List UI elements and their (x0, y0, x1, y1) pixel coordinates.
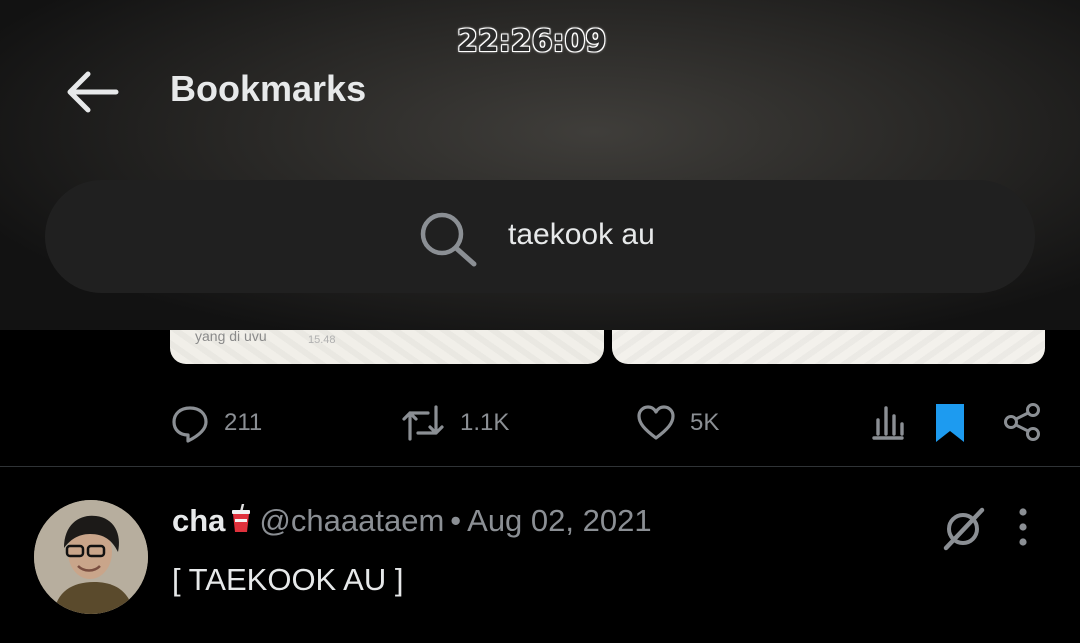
media-snippet-text: yang di uvu (195, 328, 267, 344)
repost-count: 1.1K (460, 409, 510, 436)
grok-icon (943, 507, 985, 551)
tweet-divider (0, 466, 1080, 467)
top-header: 22:26:09 Bookmarks taekook au (0, 0, 1080, 330)
status-clock: 22:26:09 (457, 24, 607, 59)
share-button[interactable] (1002, 402, 1042, 447)
repost-button[interactable]: 1.1K (400, 398, 509, 448)
reply-icon (172, 406, 208, 443)
more-vertical-icon (1019, 508, 1027, 546)
back-button[interactable] (62, 68, 120, 116)
arrow-left-icon (67, 71, 119, 113)
app-screen: yang di uvu 15.48 22:26:09 Bookmarks tae… (0, 0, 1080, 643)
author-handle[interactable]: @chaaataem (259, 503, 444, 538)
cup-with-straw-icon (229, 502, 253, 542)
author-name[interactable]: cha (172, 503, 225, 538)
tweet-header: cha @chaaataem • Aug 02, 2021 (172, 502, 652, 542)
repost-icon (402, 405, 444, 441)
tweet-text: [ TAEKOOK AU ] (172, 562, 404, 597)
grok-button[interactable] (938, 502, 990, 554)
reply-count: 211 (224, 409, 263, 436)
header-separator: • (450, 503, 462, 538)
search-input[interactable]: taekook au (508, 218, 655, 252)
bookmark-button[interactable] (932, 400, 968, 449)
like-count: 5K (690, 409, 720, 436)
analytics-icon (872, 406, 904, 440)
avatar[interactable] (34, 500, 148, 614)
avatar-portrait-icon (34, 500, 148, 614)
media-snippet-time: 15.48 (308, 334, 336, 346)
more-options-button[interactable] (1012, 506, 1034, 550)
bookmark-filled-icon (936, 404, 964, 442)
heart-icon (637, 405, 675, 440)
tweet-date[interactable]: Aug 02, 2021 (467, 503, 651, 538)
analytics-button[interactable] (870, 404, 906, 445)
like-button[interactable]: 5K (636, 398, 719, 448)
search-icon (418, 210, 480, 268)
page-title: Bookmarks (170, 68, 367, 109)
reply-button[interactable]: 211 (170, 398, 262, 448)
share-icon (1004, 403, 1040, 441)
